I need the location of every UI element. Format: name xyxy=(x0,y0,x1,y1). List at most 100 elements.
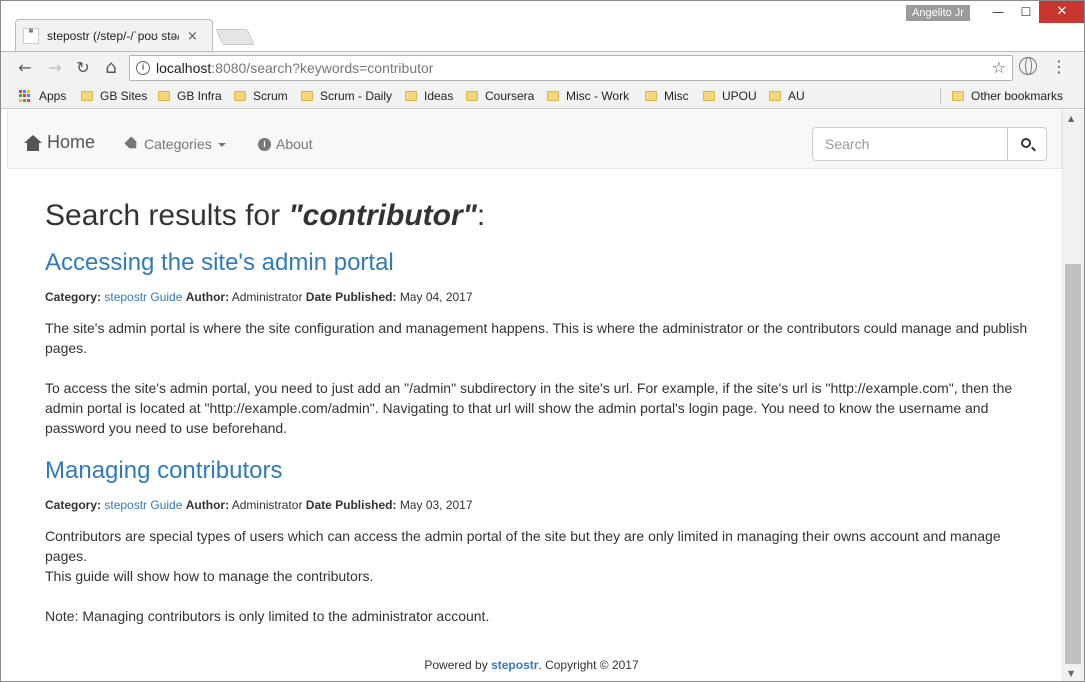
folder-icon xyxy=(703,91,715,101)
author-value: Administrator xyxy=(231,290,303,304)
bookmark-label: GB Infra xyxy=(177,89,222,103)
result-meta: Category: stepostr Guide Author: Adminis… xyxy=(45,289,1030,306)
category-label: Category: xyxy=(45,498,102,512)
bookmark-folder[interactable]: UPOU xyxy=(703,87,757,105)
home-link[interactable]: Home xyxy=(24,132,95,153)
result-title-link[interactable]: Accessing the site's admin portal xyxy=(45,248,1030,278)
date-label: Date Published: xyxy=(305,498,397,512)
bookmarks-bar: Apps GB Sites GB Infra Scrum Scrum - Dai… xyxy=(1,83,1084,109)
category-link[interactable]: stepostr Guide xyxy=(104,498,182,512)
footer-suffix: . Copyright © 2017 xyxy=(538,658,639,672)
bookmark-folder[interactable]: AU xyxy=(769,87,805,105)
home-button[interactable]: ⌂ xyxy=(99,56,123,80)
search-icon xyxy=(1021,138,1031,148)
date-value: May 03, 2017 xyxy=(399,498,473,512)
chevron-down-icon xyxy=(217,143,226,147)
scrollbar-thumb[interactable] xyxy=(1065,264,1081,664)
about-label: About xyxy=(276,136,313,152)
heading-prefix: Search results for xyxy=(45,199,289,232)
search-result: Managing contributors Category: stepostr… xyxy=(45,456,1030,626)
bookmark-folder[interactable]: Coursera xyxy=(466,87,534,105)
tab-close-icon[interactable]: × xyxy=(187,29,198,44)
apps-grid-icon xyxy=(19,89,32,103)
folder-icon xyxy=(645,91,657,101)
date-label: Date Published: xyxy=(305,290,397,304)
category-link[interactable]: stepostr Guide xyxy=(104,290,182,304)
footer-prefix: Powered by xyxy=(424,658,492,672)
bookmark-apps[interactable]: Apps xyxy=(19,87,66,105)
bookmark-folder[interactable]: Misc - Work xyxy=(547,87,629,105)
categories-label: Categories xyxy=(144,136,212,152)
bookmark-folder[interactable]: Scrum - Daily xyxy=(301,87,392,105)
tab-title[interactable]: stepostr (/step/-/ˈpoʊ stə/) xyxy=(47,29,179,43)
folder-icon xyxy=(301,91,313,101)
title-bar: ▦ stepostr (/step/-/ˈpoʊ stə/) × Angelit… xyxy=(1,1,1084,51)
other-bookmarks[interactable]: Other bookmarks xyxy=(952,87,1063,105)
scroll-up-icon[interactable]: ▲ xyxy=(1068,114,1074,123)
search-result: Accessing the site's admin portal Catego… xyxy=(45,248,1030,438)
result-paragraph: To access the site's admin portal, you n… xyxy=(45,380,1013,436)
browser-menu-icon[interactable]: ⋮ xyxy=(1051,57,1067,77)
result-meta: Category: stepostr Guide Author: Adminis… xyxy=(45,497,1030,514)
bookmark-label: Apps xyxy=(39,89,67,103)
bookmark-folder[interactable]: Misc xyxy=(645,87,689,105)
new-tab-button[interactable] xyxy=(215,29,255,45)
translate-globe-icon[interactable] xyxy=(1019,57,1037,75)
bookmark-label: AU xyxy=(788,89,805,103)
forward-button[interactable]: → xyxy=(43,56,67,80)
bookmark-label: Misc xyxy=(664,89,689,103)
bookmark-label: Misc - Work xyxy=(566,89,630,103)
bookmark-folder[interactable]: Scrum xyxy=(234,87,288,105)
heading-suffix: : xyxy=(476,199,486,232)
folder-icon xyxy=(234,91,246,101)
search-button[interactable] xyxy=(1008,127,1047,161)
profile-badge[interactable]: Angelito Jr xyxy=(906,5,970,21)
page-title: Search results for "contributor": xyxy=(45,198,1030,234)
about-link[interactable]: i About xyxy=(258,136,313,152)
author-label: Author: xyxy=(185,290,230,304)
folder-icon xyxy=(158,91,170,101)
folder-icon xyxy=(547,91,559,101)
tag-icon xyxy=(124,136,140,152)
site-favicon-icon: ▦ xyxy=(23,28,39,44)
bookmark-label: GB Sites xyxy=(100,89,148,103)
main-content: Search results for "contributor": Access… xyxy=(45,198,1030,626)
site-navbar: Home Categories i About xyxy=(7,110,1062,169)
browser-window: ▦ stepostr (/step/-/ˈpoʊ stə/) × Angelit… xyxy=(0,0,1085,682)
vertical-scrollbar[interactable]: ▲ ▼ xyxy=(1062,110,1084,681)
bookmark-label: Scrum xyxy=(253,89,288,103)
site-search xyxy=(812,127,1047,161)
folder-icon xyxy=(405,91,417,101)
folder-icon xyxy=(769,91,781,101)
url-path: :8080/search?keywords=contributor xyxy=(211,60,434,76)
date-value: May 04, 2017 xyxy=(399,290,473,304)
bookmark-folder[interactable]: Ideas xyxy=(405,87,453,105)
reload-button[interactable]: ↻ xyxy=(71,56,95,80)
search-input[interactable] xyxy=(812,127,1008,161)
category-label: Category: xyxy=(45,290,102,304)
result-paragraph: Note: Managing contributors is only limi… xyxy=(45,608,490,624)
folder-icon xyxy=(81,91,93,101)
result-title-link[interactable]: Managing contributors xyxy=(45,456,1030,486)
scroll-down-icon[interactable]: ▼ xyxy=(1068,669,1074,678)
categories-dropdown[interactable]: Categories xyxy=(126,136,226,152)
close-window-button[interactable]: ✕ xyxy=(1039,1,1084,23)
browser-toolbar: ← → ↻ ⌂ i localhost:8080/search?keywords… xyxy=(1,51,1084,83)
home-icon xyxy=(24,134,42,151)
tab-content: ▦ stepostr (/step/-/ˈpoʊ stə/) × xyxy=(23,22,213,50)
info-icon: i xyxy=(258,137,271,151)
footer-brand-link[interactable]: stepostr xyxy=(491,658,538,672)
result-paragraph: Contributors are special types of users … xyxy=(45,528,1001,564)
bookmark-folder[interactable]: GB Sites xyxy=(81,87,147,105)
back-button[interactable]: ← xyxy=(13,56,37,80)
maximize-button[interactable]: ☐ xyxy=(1011,1,1041,23)
bookmark-star-icon[interactable]: ☆ xyxy=(992,58,1006,77)
address-bar[interactable]: i localhost:8080/search?keywords=contrib… xyxy=(129,55,1013,81)
page-viewport: Home Categories i About Search results f… xyxy=(1,110,1062,681)
bookmark-folder[interactable]: GB Infra xyxy=(158,87,222,105)
minimize-button[interactable]: — xyxy=(983,1,1013,23)
url-host: localhost xyxy=(156,60,212,76)
author-value: Administrator xyxy=(231,498,303,512)
site-info-icon[interactable]: i xyxy=(136,61,150,75)
folder-icon xyxy=(466,91,478,101)
